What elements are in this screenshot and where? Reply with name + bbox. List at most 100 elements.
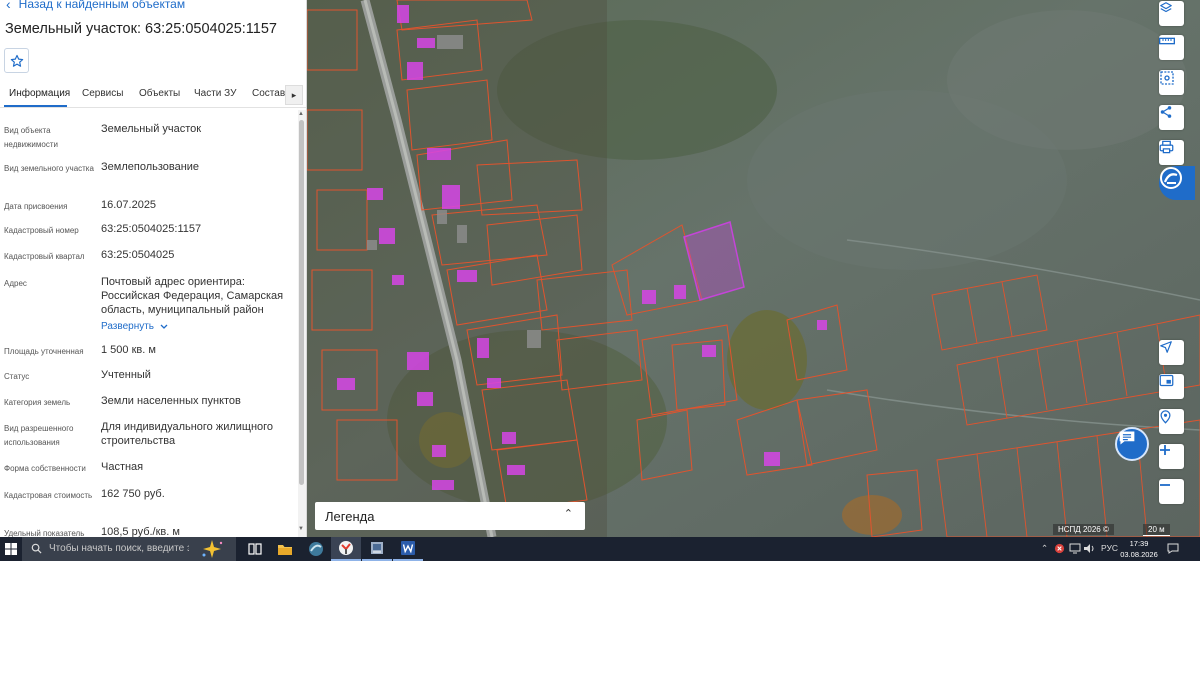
layers-icon	[1160, 2, 1172, 13]
attr-value: 16.07.2025	[101, 199, 157, 211]
nspd-assistant-button[interactable]	[1159, 166, 1195, 200]
zoom-out-button[interactable]	[1159, 479, 1184, 504]
search-icon	[31, 543, 42, 554]
map-view[interactable]: Легенда ⌃ НСПД 2026 © 20 м	[307, 0, 1200, 537]
star-icon	[10, 54, 23, 67]
taskbar-app-image-viewer[interactable]	[362, 537, 392, 561]
minimap-icon	[1159, 374, 1174, 387]
tab-composition[interactable]: Состав	[252, 88, 285, 99]
attr-value: Земельный участок	[101, 123, 202, 135]
task-view-button[interactable]	[240, 537, 270, 561]
favorite-button[interactable]	[4, 48, 29, 73]
taskbar-app-browser[interactable]	[301, 537, 331, 561]
legend-dropdown[interactable]: Легенда ⌃	[315, 502, 585, 530]
attr-value: 1 500 кв. м	[101, 344, 156, 356]
notifications-icon[interactable]	[1167, 543, 1179, 554]
start-button[interactable]	[0, 537, 22, 561]
attr-label: Вид разрешенного использования	[4, 424, 74, 447]
antivirus-tray-icon[interactable]	[1054, 543, 1065, 554]
attr-label: Форма собственности	[4, 464, 86, 473]
volume-icon[interactable]	[1083, 543, 1095, 554]
attr-label: Площадь уточненная	[4, 347, 84, 356]
attr-value: Почтовый адрес ориентира: Российская Фед…	[101, 276, 284, 316]
tab-services[interactable]: Сервисы	[82, 88, 123, 99]
nspd-logo-icon	[1160, 167, 1182, 189]
area-select-icon	[1160, 71, 1174, 85]
tab-bar: Информация Сервисы Объекты Части ЗУ Сост…	[0, 82, 306, 108]
printer-icon	[1159, 140, 1174, 154]
navigation-arrow-icon	[1160, 341, 1172, 353]
location-pin-icon	[1160, 410, 1171, 424]
chevron-left-icon: ‹	[6, 0, 11, 12]
info-panel: ‹ Назад к найденным объектам Земельный у…	[0, 0, 307, 537]
attr-value: Частная	[101, 461, 144, 473]
chevron-down-icon	[160, 324, 168, 329]
tray-expand-icon[interactable]: ⌃	[1041, 543, 1048, 554]
attr-label: Дата присвоения	[4, 202, 68, 211]
tab-objects[interactable]: Объекты	[139, 88, 180, 99]
chat-bubble-icon	[1119, 431, 1135, 445]
folder-icon	[278, 544, 292, 555]
geolocate-button[interactable]	[1159, 340, 1184, 365]
map-scale: 20 м	[1143, 524, 1170, 536]
windows-taskbar: Чтобы начать поиск, введите здесь запрос…	[0, 537, 1200, 561]
minimap-button[interactable]	[1159, 374, 1184, 399]
clock-date: 03.08.2026	[1120, 550, 1158, 559]
select-area-button[interactable]	[1159, 70, 1184, 95]
attr-value: 108,5 руб./кв. м	[101, 526, 180, 537]
search-placeholder: Чтобы начать поиск, введите здесь запрос	[49, 543, 189, 554]
clock-time: 17:39	[1129, 539, 1149, 548]
scroll-up-icon[interactable]: ▲	[298, 111, 304, 117]
attr-value: Землепользование	[101, 161, 200, 173]
satellite-map	[307, 0, 1200, 537]
expand-label: Развернуть	[101, 321, 155, 332]
measure-button[interactable]	[1159, 35, 1184, 60]
scroll-down-icon[interactable]: ▼	[298, 526, 304, 532]
word-icon	[401, 541, 415, 555]
language-indicator[interactable]: РУС	[1101, 543, 1118, 553]
taskbar-app-word[interactable]	[393, 537, 423, 561]
tabs-scroll-right-button[interactable]: ▸	[285, 85, 303, 105]
location-pin-button[interactable]	[1159, 409, 1184, 434]
attr-value: Учтенный	[101, 369, 151, 381]
share-button[interactable]	[1159, 105, 1184, 130]
network-icon[interactable]	[1069, 543, 1081, 554]
legend-label: Легенда	[325, 509, 375, 524]
taskbar-app-file-explorer[interactable]	[270, 537, 300, 561]
task-view-icon	[248, 543, 262, 555]
browser-icon	[309, 542, 323, 556]
attr-value: Для индивидуального жилищного строительс…	[101, 421, 274, 447]
attr-value: 162 750 руб.	[101, 488, 165, 500]
sparkle-icon	[202, 540, 223, 558]
ruler-icon	[1159, 37, 1175, 45]
chat-button[interactable]	[1115, 427, 1149, 461]
zoom-in-button[interactable]	[1159, 444, 1184, 469]
updown-chevron-icon: ⌃	[563, 508, 573, 520]
windows-logo-icon	[5, 543, 17, 555]
attr-value: Земли населенных пунктов	[101, 395, 241, 407]
map-attribution: НСПД 2026 ©	[1053, 524, 1114, 535]
attr-label: Вид объекта недвижимости	[4, 126, 58, 149]
print-button[interactable]	[1159, 140, 1184, 165]
taskbar-search-input[interactable]: Чтобы начать поиск, введите здесь запрос	[22, 537, 236, 561]
yandex-browser-icon	[339, 541, 353, 555]
attr-value: 63:25:0504025:1157	[101, 223, 202, 235]
system-clock[interactable]: 17:39 03.08.2026	[1118, 538, 1160, 560]
attr-label: Кадастровый номер	[4, 226, 79, 235]
tab-information[interactable]: Информация	[9, 88, 70, 99]
expand-address-button[interactable]: Развернуть	[101, 321, 168, 332]
screen: ‹ Назад к найденным объектам Земельный у…	[0, 0, 1200, 675]
attr-label: Вид земельного участка	[4, 164, 94, 173]
share-icon	[1160, 106, 1172, 118]
back-to-results-link[interactable]: ‹ Назад к найденным объектам	[6, 0, 185, 12]
image-viewer-icon	[371, 542, 383, 554]
chevron-right-icon: ▸	[291, 89, 297, 100]
tab-parcel-parts[interactable]: Части ЗУ	[194, 88, 236, 99]
attr-label: Категория земель	[4, 398, 71, 407]
minus-icon	[1160, 484, 1170, 486]
layers-button[interactable]	[1159, 1, 1184, 26]
taskbar-app-yandex-browser[interactable]	[331, 537, 361, 561]
attr-label: Удельный показатель	[4, 529, 85, 537]
panel-scrollbar-thumb[interactable]	[299, 120, 304, 485]
attr-label: Адрес	[4, 279, 27, 288]
